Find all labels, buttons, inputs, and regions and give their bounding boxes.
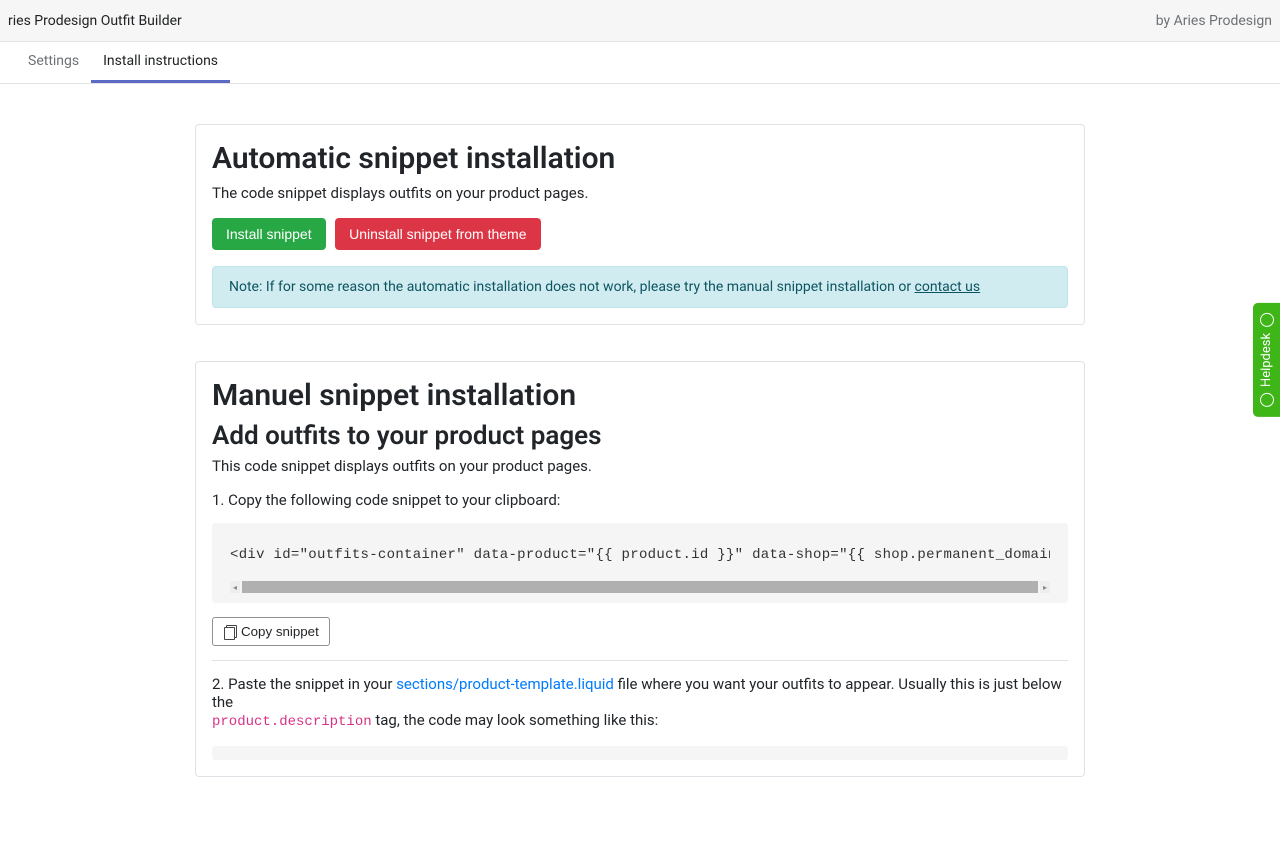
step-1-text: 1. Copy the following code snippet to yo… (212, 491, 1068, 509)
uninstall-snippet-button[interactable]: Uninstall snippet from theme (335, 218, 540, 250)
helpdesk-tab[interactable]: Helpdesk (1253, 303, 1280, 417)
tab-install-instructions[interactable]: Install instructions (91, 42, 230, 83)
tabs-bar: Settings Install instructions (0, 42, 1280, 84)
manual-install-card: Manuel snippet installation Add outfits … (195, 361, 1085, 777)
code-scrollbar[interactable]: ◂ ▸ (230, 581, 1050, 593)
scroll-left-icon[interactable]: ◂ (230, 581, 240, 593)
copy-snippet-label: Copy snippet (241, 624, 319, 639)
manual-install-title: Manuel snippet installation (212, 378, 1068, 413)
contact-us-link[interactable]: contact us (915, 279, 981, 295)
install-note-alert: Note: If for some reason the automatic i… (212, 266, 1068, 308)
app-header: ries Prodesign Outfit Builder by Aries P… (0, 0, 1280, 42)
step-2-text: 2. Paste the snippet in your sections/pr… (212, 675, 1068, 730)
app-title: ries Prodesign Outfit Builder (8, 13, 182, 29)
auto-install-card: Automatic snippet installation The code … (195, 124, 1085, 325)
manual-install-subtitle: Add outfits to your product pages (212, 421, 1068, 451)
helpdesk-chat-icon (1260, 393, 1274, 407)
tab-settings[interactable]: Settings (16, 42, 91, 83)
scroll-right-icon[interactable]: ▸ (1040, 581, 1050, 593)
helpdesk-label: Helpdesk (1259, 333, 1274, 387)
example-code-block (212, 746, 1068, 760)
scroll-track[interactable] (242, 581, 1038, 593)
auto-install-desc: The code snippet displays outfits on you… (212, 184, 1068, 202)
copy-snippet-button[interactable]: Copy snippet (212, 617, 330, 646)
manual-install-desc: This code snippet displays outfits on yo… (212, 457, 1068, 475)
copy-icon (223, 625, 237, 639)
separator (212, 660, 1068, 661)
snippet-code: <div id="outfits-container" data-product… (230, 547, 1050, 563)
product-description-code: product.description (212, 714, 372, 730)
main-content: Automatic snippet installation The code … (195, 84, 1085, 852)
helpdesk-close-icon (1260, 313, 1274, 327)
snippet-code-block: <div id="outfits-container" data-product… (212, 523, 1068, 603)
install-snippet-button[interactable]: Install snippet (212, 218, 326, 250)
app-author: by Aries Prodesign (1156, 13, 1272, 29)
auto-install-title: Automatic snippet installation (212, 141, 1068, 176)
template-file-link[interactable]: sections/product-template.liquid (396, 675, 614, 693)
auto-install-buttons: Install snippet Uninstall snippet from t… (212, 218, 1068, 250)
install-note-text: Note: If for some reason the automatic i… (229, 279, 915, 295)
